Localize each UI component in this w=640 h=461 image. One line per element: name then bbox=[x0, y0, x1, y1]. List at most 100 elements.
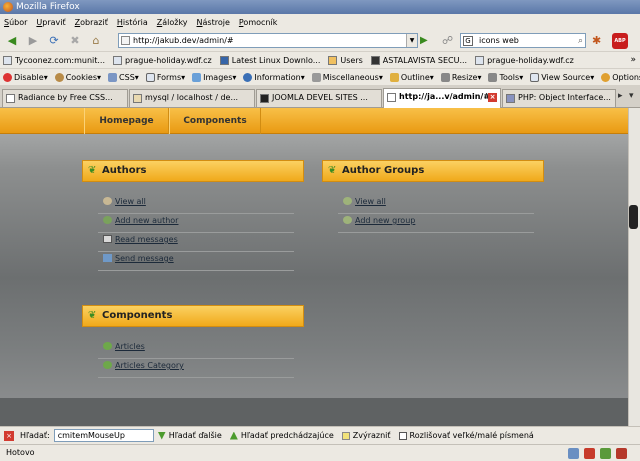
close-findbar-icon[interactable]: × bbox=[4, 430, 14, 441]
vertical-scrollbar[interactable] bbox=[628, 108, 640, 426]
tab-php[interactable]: PHP: Object Interface... bbox=[502, 89, 616, 107]
articles-category-link[interactable]: Articles Category bbox=[103, 361, 184, 370]
nav-homepage-link[interactable]: Homepage bbox=[84, 108, 169, 134]
check-status-icon[interactable] bbox=[600, 448, 611, 459]
arrow-up-icon bbox=[229, 431, 238, 440]
add-new-author-link[interactable]: Add new author bbox=[103, 216, 178, 225]
wrench-icon bbox=[488, 72, 498, 82]
forms-icon bbox=[145, 72, 155, 82]
bookmarks-overflow-chevron-icon[interactable]: » bbox=[630, 55, 636, 65]
adblock-status-icon[interactable] bbox=[584, 448, 595, 459]
menu-edit[interactable]: Upraviť bbox=[36, 18, 65, 27]
dev-forms-menu[interactable]: Forms ▾ bbox=[145, 72, 185, 82]
bookmark-favicon-icon bbox=[3, 55, 12, 65]
forward-arrow-icon[interactable]: ▶ bbox=[24, 32, 42, 50]
send-message-icon bbox=[103, 254, 112, 262]
users-icon bbox=[103, 197, 112, 205]
firefox-icon bbox=[3, 2, 13, 12]
firebug-status-icon[interactable] bbox=[616, 448, 627, 459]
page-icon bbox=[475, 55, 485, 65]
bug-icon[interactable]: ✱ bbox=[592, 34, 601, 47]
read-messages-link[interactable]: Read messages bbox=[103, 235, 178, 244]
stop-icon[interactable]: ✖ bbox=[66, 32, 84, 50]
url-bar[interactable]: http://jakub.dev/admin/# ▼ bbox=[118, 33, 418, 48]
dev-view-source-menu[interactable]: View Source ▾ bbox=[530, 72, 594, 82]
articles-link[interactable]: Articles bbox=[103, 342, 145, 351]
nav-components-link[interactable]: Components bbox=[169, 108, 261, 134]
dev-cookies-menu[interactable]: Cookies ▾ bbox=[54, 72, 101, 82]
find-bar: × Hľadať: cmitemMouseUp Hľadať ďalšie Hľ… bbox=[0, 426, 640, 444]
author-groups-panel-title: Author Groups bbox=[342, 165, 425, 176]
dev-information-menu[interactable]: Information ▾ bbox=[243, 72, 305, 82]
s-logo-icon bbox=[219, 55, 229, 65]
tab-scroll-arrow-icon[interactable]: ▸ bbox=[618, 91, 623, 101]
puzzle-icon[interactable]: ☍ bbox=[442, 34, 453, 47]
tab-mysql[interactable]: mysql / localhost / de... bbox=[129, 89, 255, 107]
match-case-checkbox[interactable]: Rozlišovať veľké/malé písmená bbox=[398, 431, 534, 440]
status-text: Hotovo bbox=[6, 448, 35, 457]
tab-bar: Radiance by Free CSS... mysql / localhos… bbox=[0, 86, 640, 108]
menu-help[interactable]: Pomocník bbox=[239, 18, 277, 27]
leaf-icon: ❦ bbox=[328, 165, 337, 176]
page-icon bbox=[387, 93, 396, 102]
back-arrow-icon[interactable]: ◀ bbox=[3, 32, 21, 50]
joomla-icon bbox=[260, 94, 269, 103]
dev-options-menu[interactable]: Options▾ bbox=[601, 72, 640, 82]
tab-admin-active[interactable]: http://ja...v/admin/# × bbox=[383, 88, 501, 108]
dev-css-menu[interactable]: CSS ▾ bbox=[108, 72, 139, 82]
search-engine-icon[interactable]: G bbox=[463, 36, 473, 46]
leaf-icon: ❦ bbox=[88, 310, 97, 321]
tab-joomla[interactable]: JOOMLA DEVEL SITES ... bbox=[256, 89, 382, 107]
images-icon bbox=[192, 72, 202, 82]
bookmark-item[interactable]: Tycoonez.com:munit... bbox=[3, 55, 105, 65]
go-arrow-icon[interactable]: ▶ bbox=[420, 35, 432, 47]
source-icon bbox=[530, 72, 540, 82]
components-panel-title: Components bbox=[102, 310, 173, 321]
dev-outline-menu[interactable]: Outline ▾ bbox=[389, 72, 434, 82]
scrollbar-thumb[interactable] bbox=[629, 205, 638, 229]
tab-list-icon[interactable]: ▾ bbox=[629, 91, 634, 101]
highlight-button[interactable]: Zvýrazniť bbox=[341, 431, 391, 440]
bookmark-item[interactable]: Latest Linux Downlo... bbox=[219, 55, 320, 65]
bookmark-item[interactable]: prague-holiday.wdf.cz bbox=[475, 55, 574, 65]
menu-tools[interactable]: Nástroje bbox=[197, 18, 230, 27]
find-previous-button[interactable]: Hľadať predchádzajúce bbox=[229, 431, 334, 440]
reload-icon[interactable]: ⟳ bbox=[45, 32, 63, 50]
menu-history[interactable]: História bbox=[117, 18, 148, 27]
find-next-button[interactable]: Hľadať ďalšie bbox=[157, 431, 222, 440]
options-icon bbox=[601, 72, 611, 82]
checkbox[interactable] bbox=[398, 431, 407, 440]
bookmark-item[interactable]: Users bbox=[328, 55, 363, 65]
dev-tools-menu[interactable]: Tools ▾ bbox=[488, 72, 523, 82]
bookmarks-toolbar: Tycoonez.com:munit... prague-holiday.wdf… bbox=[0, 52, 640, 69]
author-groups-panel: ❦ Author Groups bbox=[322, 160, 544, 182]
close-tab-icon[interactable]: × bbox=[488, 93, 497, 102]
find-input[interactable]: cmitemMouseUp bbox=[53, 429, 154, 442]
disable-icon bbox=[3, 72, 12, 82]
users-icon bbox=[328, 55, 338, 65]
dev-miscellaneous-menu[interactable]: Miscellaneous ▾ bbox=[311, 72, 383, 82]
bookmark-item[interactable]: ASTALAVISTA SECU... bbox=[370, 55, 467, 65]
components-panel: ❦ Components bbox=[82, 305, 304, 327]
search-icon[interactable]: ⌕ bbox=[578, 35, 583, 48]
url-dropdown-icon[interactable]: ▼ bbox=[406, 34, 417, 47]
adblock-icon[interactable]: ABP bbox=[612, 33, 628, 49]
dev-resize-menu[interactable]: Resize ▾ bbox=[440, 72, 481, 82]
send-message-link[interactable]: Send message bbox=[103, 254, 174, 263]
home-icon[interactable]: ⌂ bbox=[87, 32, 105, 50]
title-bar: Mozilla Firefox bbox=[0, 0, 640, 14]
search-input[interactable]: G icons web ⌕ bbox=[460, 33, 586, 48]
groups-view-all-link[interactable]: View all bbox=[343, 197, 386, 206]
menu-file[interactable]: Súbor bbox=[4, 18, 27, 27]
menu-view[interactable]: Zobraziť bbox=[75, 18, 108, 27]
dev-images-menu[interactable]: Images ▾ bbox=[192, 72, 236, 82]
tab-radiance[interactable]: Radiance by Free CSS... bbox=[2, 89, 128, 107]
authors-view-all-link[interactable]: View all bbox=[103, 197, 146, 206]
menu-bookmarks[interactable]: Záložky bbox=[157, 18, 188, 27]
web-developer-toolbar: Disable ▾ Cookies ▾ CSS ▾ Forms ▾ Images ▾ In… bbox=[0, 69, 640, 86]
bookmark-item[interactable]: prague-holiday.wdf.cz bbox=[113, 55, 212, 65]
addon-status-icon[interactable] bbox=[568, 448, 579, 459]
misc-icon bbox=[311, 72, 321, 82]
add-new-group-link[interactable]: Add new group bbox=[343, 216, 415, 225]
dev-disable-menu[interactable]: Disable ▾ bbox=[3, 72, 48, 82]
